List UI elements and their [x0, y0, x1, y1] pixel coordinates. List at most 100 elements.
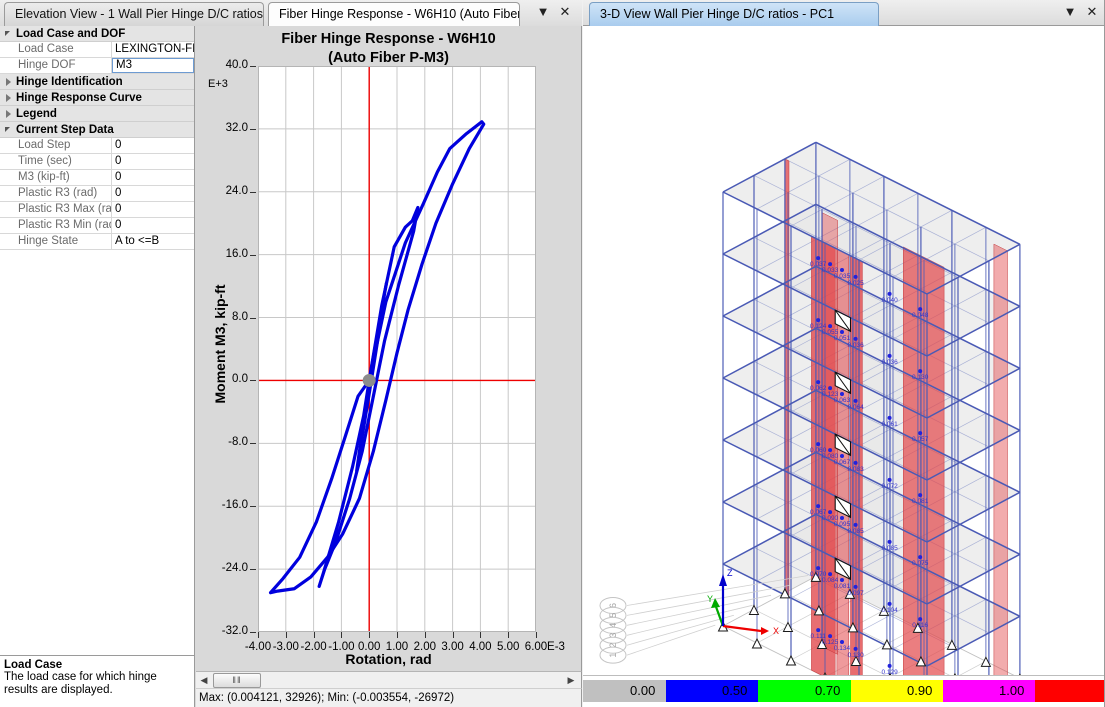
axis-x-label: X — [773, 626, 779, 636]
x-tick-label: 2.00 — [414, 641, 436, 653]
prop-group-label: Legend — [16, 108, 57, 120]
chevron-right-icon[interactable] — [2, 91, 16, 105]
prop-value-field[interactable]: 0 — [112, 218, 194, 233]
prop-group-current-step-data[interactable]: Current Step Data — [0, 122, 194, 138]
prop-label: Load Step — [0, 138, 112, 153]
prop-value-field[interactable]: LEXINGTON-FI — [112, 42, 194, 57]
chart-status-bar: Max: (0.004121, 32926); Min: (-0.003554,… — [196, 688, 582, 707]
help-description: The load case for which hinge results ar… — [4, 671, 190, 697]
prop-row[interactable]: Hinge DOFM3 — [0, 58, 194, 74]
prop-row[interactable]: M3 (kip-ft)0 — [0, 170, 194, 186]
plot-area[interactable] — [258, 66, 536, 632]
x-tick-mark — [341, 632, 342, 638]
hinge-marker-dot — [854, 399, 858, 403]
x-tick-label: 6.00 — [525, 641, 547, 653]
hinge-dc-label: 0.130 — [912, 374, 929, 381]
hinge-marker-dot — [854, 647, 858, 651]
help-box: Load Case The load case for which hinge … — [0, 655, 195, 707]
hinge-dc-label: 0.130 — [847, 652, 864, 659]
hinge-marker-dot — [888, 292, 892, 296]
chevron-down-icon[interactable] — [2, 123, 16, 137]
hysteresis-plot-svg — [258, 66, 536, 632]
prop-row[interactable]: Load CaseLEXINGTON-FI — [0, 42, 194, 58]
y-tick-mark — [250, 506, 256, 507]
legend-value-label: 0.00 — [630, 680, 655, 702]
prop-value-field[interactable]: 0 — [112, 138, 194, 153]
prop-group-legend[interactable]: Legend — [0, 106, 194, 122]
prop-row[interactable]: Load Step0 — [0, 138, 194, 154]
x-tick-label: -3.00 — [273, 641, 299, 653]
axis-y-label: Y — [707, 594, 713, 604]
prop-row[interactable]: Time (sec)0 — [0, 154, 194, 170]
tab-elevation-view[interactable]: Elevation View - 1 Wall Pier Hinge D/C r… — [4, 2, 264, 26]
x-tick-label: 1.00 — [386, 641, 408, 653]
prop-group-hinge-identification[interactable]: Hinge Identification — [0, 74, 194, 90]
chevron-down-icon[interactable] — [2, 27, 16, 41]
hinge-marker-dot — [918, 431, 922, 435]
chevron-right-icon[interactable] — [2, 107, 16, 121]
left-tab-dropdown-icon[interactable]: ▼ — [534, 3, 552, 21]
prop-value-field[interactable]: M3 — [112, 58, 194, 73]
y-tick-label: 0.0 — [196, 373, 248, 385]
y-tick-mark — [250, 66, 256, 67]
x-tick-mark — [536, 632, 537, 638]
prop-group-load-case-and-dof[interactable]: Load Case and DOF — [0, 26, 194, 42]
prop-label: Time (sec) — [0, 154, 112, 169]
app-root: Elevation View - 1 Wall Pier Hinge D/C r… — [0, 0, 1105, 707]
hinge-marker-dot — [828, 634, 832, 638]
hinge-marker-dot — [816, 380, 820, 384]
prop-row[interactable]: Plastic R3 Min (rad)0 — [0, 218, 194, 234]
prop-group-label: Hinge Identification — [16, 76, 123, 88]
hinge-marker-dot — [840, 454, 844, 458]
right-tab-close-icon[interactable]: ✕ — [1083, 3, 1101, 21]
y-tick-mark — [250, 255, 256, 256]
hinge-marker-dot — [816, 628, 820, 632]
prop-value-field[interactable]: 0 — [112, 170, 194, 185]
hinge-marker-dot — [918, 493, 922, 497]
prop-value-field[interactable]: 0 — [112, 202, 194, 217]
hysteresis-curve-loop-3-large — [271, 122, 484, 593]
prop-value-field[interactable]: A to <=B — [112, 234, 194, 249]
scroll-left-arrow-icon[interactable]: ◀ — [196, 672, 212, 688]
prop-row[interactable]: Plastic R3 (rad)0 — [0, 186, 194, 202]
left-tab-close-icon[interactable]: ✕ — [556, 3, 574, 21]
prop-value-field[interactable]: 0 — [112, 154, 194, 169]
hinge-marker-dot — [918, 617, 922, 621]
hinge-dc-label: 0.116 — [912, 622, 928, 629]
x-tick-label: -1.00 — [328, 641, 354, 653]
x-tick-mark — [453, 632, 454, 638]
x-tick-label: 4.00 — [469, 641, 491, 653]
x-tick-label: 0.00 — [358, 641, 380, 653]
prop-group-label: Load Case and DOF — [16, 28, 125, 40]
hinge-marker-dot — [816, 256, 820, 260]
grid-bubble-label: 1 — [608, 653, 618, 658]
x-tick-label: -2.00 — [300, 641, 326, 653]
hinge-marker-dot — [840, 268, 844, 272]
prop-group-hinge-response-curve[interactable]: Hinge Response Curve — [0, 90, 194, 106]
hinge-marker-dot — [816, 566, 820, 570]
chevron-right-icon[interactable] — [2, 75, 16, 89]
hinge-marker-dot — [854, 461, 858, 465]
hinge-marker-dot — [816, 442, 820, 446]
prop-value-field[interactable]: 0 — [112, 186, 194, 201]
scrollbar-thumb[interactable]: ‖‖ — [213, 673, 261, 688]
right-3d-window: 3-D View Wall Pier Hinge D/C ratios - PC… — [583, 0, 1105, 707]
right-tab-dropdown-icon[interactable]: ▼ — [1061, 3, 1079, 21]
y-exponent-label: E+3 — [208, 78, 228, 90]
legend-color-segment — [1035, 680, 1105, 702]
y-tick-label: -16.0 — [196, 499, 248, 511]
x-tick-mark — [480, 632, 481, 638]
hinge-dc-label: 0.040 — [881, 297, 898, 304]
y-tick-label: -8.0 — [196, 436, 248, 448]
prop-row[interactable]: Plastic R3 Max (rad)0 — [0, 202, 194, 218]
hinge-dc-label: 0.036 — [847, 342, 864, 349]
scroll-right-arrow-icon[interactable]: ▶ — [563, 672, 579, 688]
prop-row[interactable]: Hinge StateA to <=B — [0, 234, 194, 250]
tab-3d-view[interactable]: 3-D View Wall Pier Hinge D/C ratios - PC… — [589, 2, 879, 26]
hinge-marker-dot — [840, 516, 844, 520]
tab-fiber-hinge-response[interactable]: Fiber Hinge Response - W6H10 (Auto Fiber… — [268, 2, 520, 26]
chart-horizontal-scrollbar[interactable]: ◀ ‖‖ ▶ — [196, 671, 582, 688]
fiber-hinge-chart[interactable]: Fiber Hinge Response - W6H10 (Auto Fiber… — [196, 26, 582, 671]
hinge-dc-label: 0.083 — [847, 466, 864, 473]
3d-model-viewport[interactable]: 0.0370.0330.0350.0250.0400.0480.1240.055… — [583, 26, 1105, 675]
